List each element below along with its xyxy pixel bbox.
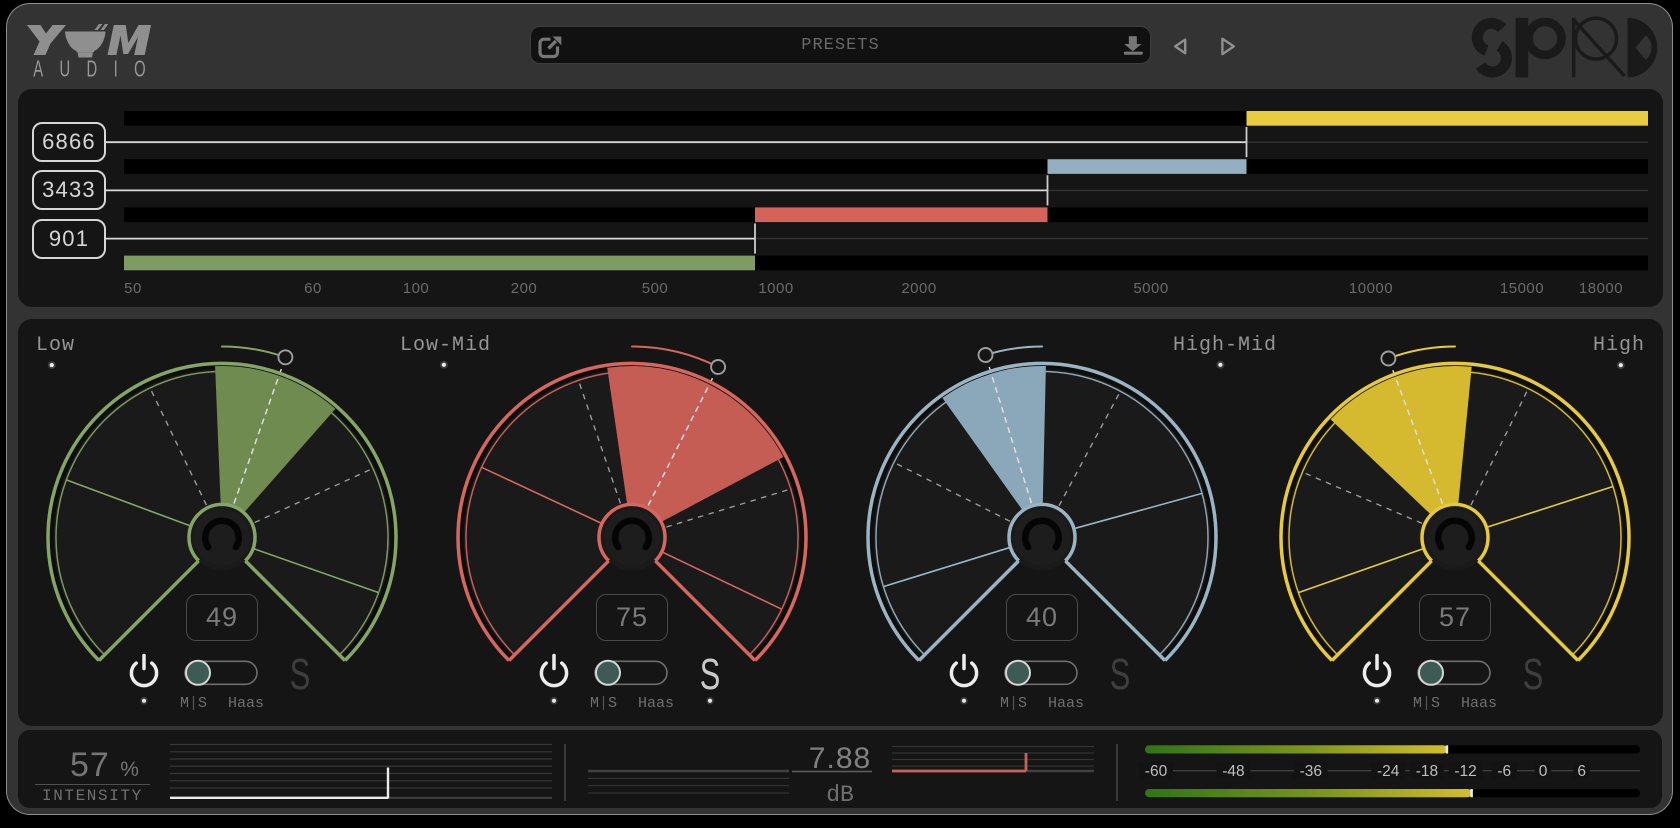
- svg-text:-36: -36: [1300, 763, 1322, 780]
- svg-text:-24: -24: [1377, 763, 1400, 780]
- svg-text:-18: -18: [1416, 763, 1438, 780]
- svg-text:-12: -12: [1454, 763, 1476, 780]
- svg-text:-6: -6: [1497, 763, 1511, 780]
- svg-text:AUDIO: AUDIO: [33, 56, 162, 80]
- svg-text:-48: -48: [1222, 763, 1244, 780]
- svg-text:-60: -60: [1145, 763, 1168, 780]
- svg-text:0: 0: [1539, 763, 1548, 780]
- svg-text:6: 6: [1577, 763, 1586, 780]
